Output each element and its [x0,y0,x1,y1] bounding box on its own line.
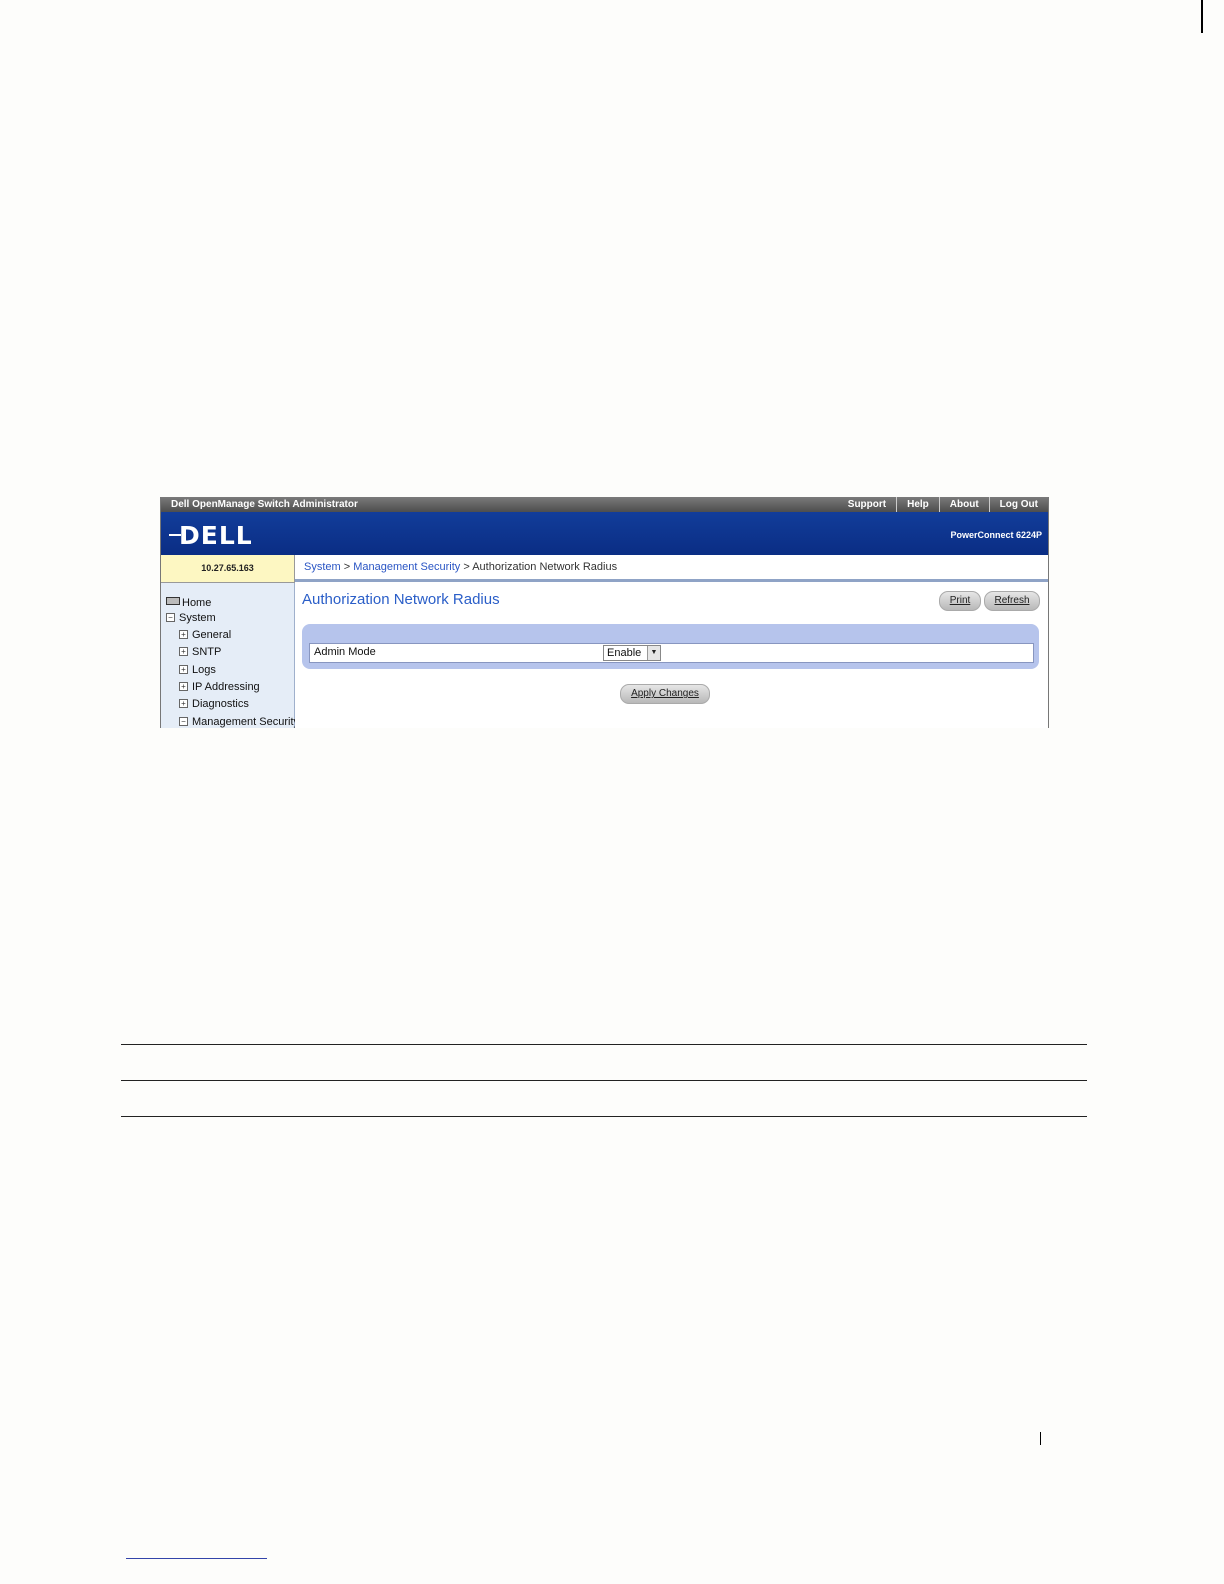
tree-item-system[interactable]: − System [166,611,216,625]
breadcrumb: System > Management Security > Authoriza… [295,555,1048,582]
tree-label: General [192,629,232,641]
admin-mode-row: Admin Mode Enable ▼ [309,643,1034,663]
tree-item-diagnostics[interactable]: + Diagnostics [179,697,249,711]
collapse-icon[interactable]: − [179,717,188,726]
dell-banner: DELL PowerConnect 6224P [161,512,1048,555]
expand-icon[interactable]: + [179,682,188,691]
footer-underline [126,1558,267,1559]
tree-item-general[interactable]: + General [179,628,231,642]
tree-item-logs[interactable]: + Logs [179,663,216,677]
tree-item-home[interactable]: Home [166,596,211,610]
crumb-management-security[interactable]: Management Security [353,561,460,573]
expand-icon[interactable]: + [179,699,188,708]
device-ip: 10.27.65.163 [161,555,295,583]
logout-link[interactable]: Log Out [988,497,1048,512]
tree-item-sntp[interactable]: + SNTP [179,645,221,659]
crumb-separator: > [463,561,470,573]
support-link[interactable]: Support [838,497,896,512]
crumb-separator: > [343,561,351,573]
crumb-current: Authorization Network Radius [472,561,618,573]
page-number-marker [1040,1432,1041,1445]
refresh-button[interactable]: Refresh [984,591,1040,611]
app-title: Dell OpenManage Switch Administrator [171,499,358,510]
tree-label: System [179,612,216,624]
chevron-down-icon[interactable]: ▼ [647,646,660,660]
model-name: PowerConnect 6224P [950,530,1042,540]
tree-item-ip-addressing[interactable]: + IP Addressing [179,680,260,694]
page-title: Authorization Network Radius [302,591,500,608]
settings-panel: Admin Mode Enable ▼ [302,624,1039,669]
apply-changes-button[interactable]: Apply Changes [620,684,710,704]
table-rule-middle [121,1080,1087,1081]
help-link[interactable]: Help [896,497,939,512]
top-bar: Dell OpenManage Switch Administrator Sup… [161,497,1048,512]
expand-icon[interactable]: + [179,647,188,656]
expand-icon[interactable]: + [179,665,188,674]
tree-label: Home [182,597,212,609]
admin-mode-value: Enable [607,647,642,659]
admin-mode-label: Admin Mode [314,646,376,658]
print-button[interactable]: Print [939,591,981,611]
crumb-system[interactable]: System [304,561,341,573]
expand-icon[interactable]: + [179,630,188,639]
nav-tree: Home − System + General + SNTP + Logs + IP Ad… [161,583,299,728]
tree-item-management-security[interactable]: − Management Security [179,715,299,728]
tree-label: SNTP [192,646,222,658]
home-icon [166,597,180,605]
about-link[interactable]: About [938,497,989,512]
page-corner-mark [1201,0,1203,33]
collapse-icon[interactable]: − [166,613,175,622]
switch-admin-screenshot: Dell OpenManage Switch Administrator Sup… [160,497,1049,728]
table-rule-bottom [121,1116,1087,1117]
table-rule-top [121,1044,1087,1045]
tree-label: IP Addressing [192,681,260,693]
tree-label: Diagnostics [192,698,249,710]
top-links: Support Help About Log Out [838,497,1048,512]
tree-label: Management Security [192,716,299,728]
dell-logo: DELL [179,521,253,550]
admin-mode-select[interactable]: Enable ▼ [603,645,661,661]
tree-label: Logs [192,664,216,676]
main-content: Authorization Network Radius Print Refre… [295,583,1048,728]
